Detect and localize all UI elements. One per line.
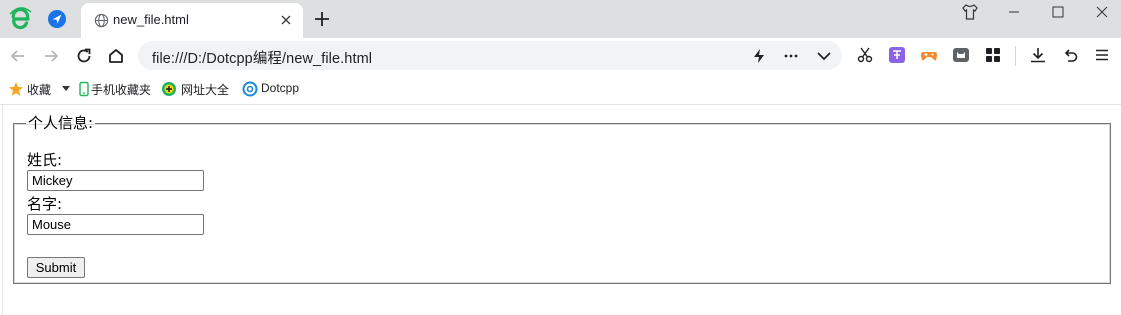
undo-icon[interactable] [1061,46,1079,64]
menu-icon[interactable] [1093,46,1111,64]
dotcpp-logo-icon [242,81,258,97]
browser-logo-icon[interactable] [8,6,32,30]
bookmark-label: Dotcpp [261,81,300,95]
toolbar: file:///D:/Dotcpp编程/new_file.html [0,38,1121,74]
toolbar-divider [1015,46,1016,66]
submit-button[interactable]: Submit [27,257,85,278]
maximize-icon[interactable] [1048,2,1068,22]
active-tab[interactable]: new_file.html [81,3,303,38]
first-name-label: 姓氏: [27,151,63,169]
game-controller-icon[interactable] [920,46,938,64]
phone-icon [79,81,89,97]
back-icon[interactable] [8,46,28,66]
scissors-icon[interactable] [856,46,874,64]
new-tab-icon[interactable] [313,10,331,28]
globe-icon [94,13,109,28]
reload-icon[interactable] [74,46,94,66]
page-content: 个人信息: 姓氏: 名字: Submit [0,105,1121,315]
home-icon[interactable] [106,46,126,66]
forward-icon[interactable] [41,46,61,66]
site-directory-icon [162,82,176,96]
content-edge [2,105,3,315]
tab-title: new_file.html [113,12,189,27]
apps-grid-icon[interactable] [984,46,1002,64]
close-window-icon[interactable] [1092,2,1112,22]
last-name-input[interactable] [27,214,204,235]
pinned-tab-compass-icon[interactable] [46,8,68,30]
lightning-icon[interactable] [750,47,768,65]
bookmark-mobile-favorites[interactable]: 手机收藏夹 [76,80,154,98]
bookmark-site-directory[interactable]: 网址大全 [161,80,233,98]
last-name-label: 名字: [27,195,63,213]
bookmark-favorites[interactable]: 收藏 [8,80,73,98]
fieldset-legend: 个人信息: [28,114,94,132]
skin-shirt-icon[interactable] [960,2,980,22]
first-name-input[interactable] [27,170,204,191]
bookmark-label: 收藏 [27,83,52,97]
dropdown-arrow-icon[interactable] [62,86,70,92]
more-options-icon[interactable] [782,47,800,65]
translate-icon[interactable] [888,46,906,64]
download-icon[interactable] [1029,46,1047,64]
minimize-icon[interactable] [1004,2,1024,22]
bookmark-dotcpp[interactable]: Dotcpp [242,80,304,98]
extension-cat-icon[interactable] [952,46,970,64]
tab-bar: new_file.html [0,0,1121,38]
url-text[interactable]: file:///D:/Dotcpp编程/new_file.html [152,47,372,68]
bookmark-label: 手机收藏夹 [91,83,152,97]
chevron-down-icon[interactable] [815,47,833,65]
close-tab-icon[interactable] [278,12,294,28]
address-bar[interactable]: file:///D:/Dotcpp编程/new_file.html [138,41,842,70]
bookmarks-bar: 收藏 手机收藏夹 网址大全 Dotcpp [0,74,1121,105]
star-icon [9,82,23,96]
bookmark-label: 网址大全 [181,83,230,97]
personal-info-fieldset: 个人信息: 姓氏: 名字: Submit [13,115,1111,284]
